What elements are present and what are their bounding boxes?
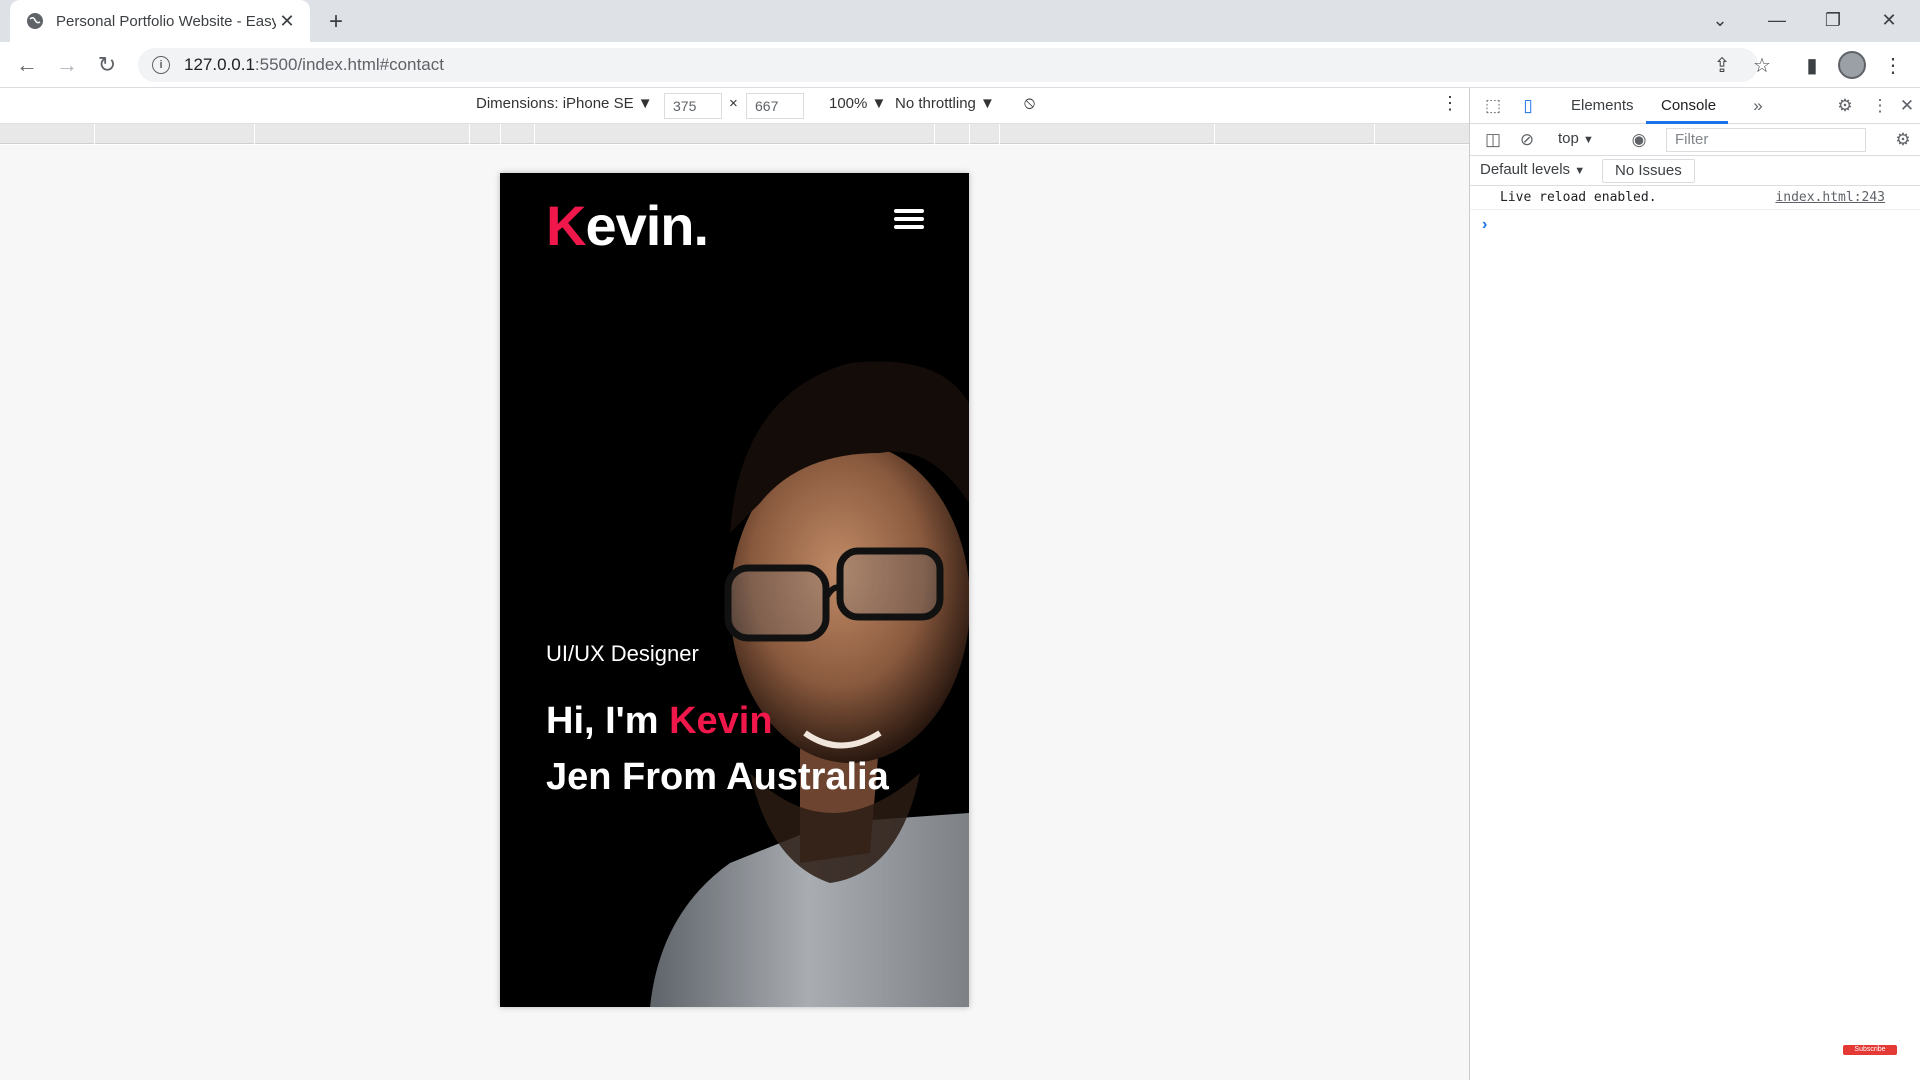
ruler-segment [999,124,1000,144]
tab-title: Personal Portfolio Website - Easy [56,12,276,30]
console-levels-bar: Default levels ▼ No Issues [1470,156,1920,186]
inspect-element-icon[interactable]: ⬚ [1480,94,1506,118]
ruler-segment [534,124,535,144]
globe-icon [27,13,43,29]
context-select[interactable]: top ▼ [1558,130,1594,147]
logo-rest: evin. [585,194,709,257]
tab-console[interactable]: Console [1661,97,1716,114]
console-message: Live reload enabled. [1500,190,1657,205]
zoom-label: 100% [829,95,868,112]
bookmark-star-icon[interactable]: ☆ [1748,51,1776,79]
chevron-down-icon: ▼ [1583,134,1594,146]
levels-select[interactable]: Default levels ▼ [1480,161,1585,178]
share-icon[interactable]: ⇪ [1708,51,1736,79]
zoom-select[interactable]: 100% ▼ [829,95,886,112]
ruler-segment [1214,124,1215,144]
context-label: top [1558,130,1579,147]
console-toolbar: ◫ ⊘ top ▼ ◉ Filter ⚙ [1470,124,1920,156]
device-options-icon[interactable]: ⋮ [1441,93,1459,114]
more-tabs-icon[interactable]: » [1745,94,1771,118]
reload-button[interactable]: ↻ [91,49,123,81]
media-query-bar[interactable] [0,124,1469,144]
device-toolbar: Dimensions: iPhone SE ▼ 375 × 667 100% ▼… [0,88,1469,124]
url-host: 127.0.0.1 [184,55,255,74]
tab-search-icon[interactable]: ⌄ [1700,4,1740,36]
hero-portrait-image [650,361,969,1007]
url-path: :5500/index.html#contact [254,55,444,74]
device-toggle-icon[interactable]: ▯ [1515,94,1541,118]
dimension-separator: × [729,95,738,112]
console-message-row: Live reload enabled. index.html:243 [1470,186,1920,210]
logo-initial: K [546,194,586,257]
console-prompt-chevron-icon[interactable]: › [1482,216,1487,234]
subscribe-badge: Subscribe [1843,1045,1897,1055]
restore-button[interactable]: ❐ [1813,4,1853,36]
ruler-segment [934,124,935,144]
headline-prefix: Hi, I'm [546,700,670,742]
chevron-down-icon: ▼ [637,95,653,112]
devtools-menu-icon[interactable]: ⋮ [1867,94,1893,118]
ruler-segment [254,124,255,144]
site-info-icon[interactable]: i [152,56,170,74]
width-input[interactable]: 375 [664,93,722,119]
settings-gear-icon[interactable]: ⚙ [1832,94,1858,118]
side-panel-icon[interactable]: ▮ [1798,51,1826,79]
clear-console-icon[interactable]: ⊘ [1514,128,1540,152]
hamburger-menu-icon[interactable] [894,209,924,233]
issues-button[interactable]: No Issues [1602,159,1695,183]
close-devtools-icon[interactable]: ✕ [1894,94,1920,118]
levels-label: Default levels [1480,161,1571,178]
ruler-segment [1374,124,1375,144]
chevron-down-icon: ▼ [871,95,887,112]
forward-button[interactable]: → [51,49,83,81]
hero-headline: Hi, I'm Kevin Jen From Australia [546,693,889,805]
address-bar[interactable]: i 127.0.0.1 :5500/index.html#contact [138,48,1758,82]
hero-subtitle: UI/UX Designer [546,641,699,666]
tab-elements[interactable]: Elements [1571,97,1634,114]
close-window-button[interactable]: ✕ [1869,4,1909,36]
close-tab-icon[interactable]: ✕ [276,10,298,32]
browser-toolbar: ← → ↻ i 127.0.0.1 :5500/index.html#conta… [0,42,1920,88]
height-input[interactable]: 667 [746,93,804,119]
ruler-segment [94,124,95,144]
dimensions-label: Dimensions: iPhone SE [476,95,634,112]
console-settings-gear-icon[interactable]: ⚙ [1890,128,1916,152]
chevron-down-icon: ▼ [1574,165,1586,177]
new-tab-button[interactable]: + [322,8,350,36]
ruler-segment [469,124,470,144]
minimize-button[interactable]: — [1757,4,1797,36]
ruler-segment [969,124,970,144]
devtools-tabbar: ⬚ ▯ Elements Console » ⚙ ⋮ ✕ [1470,88,1920,124]
headline-line2: Jen From Australia [546,756,889,798]
devtools-panel: ⬚ ▯ Elements Console » ⚙ ⋮ ✕ ◫ ⊘ top ▼ ◉… [1469,88,1920,1080]
browser-tab[interactable]: Personal Portfolio Website - Easy ✕ [10,0,310,42]
back-button[interactable]: ← [11,49,43,81]
throttling-select[interactable]: No throttling ▼ [895,95,995,112]
browser-menu-icon[interactable]: ⋮ [1879,51,1907,79]
headline-name: Kevin [669,700,773,742]
eye-icon[interactable]: ◉ [1626,128,1652,152]
ruler-segment [500,124,501,144]
console-source-link[interactable]: index.html:243 [1775,190,1885,205]
tab-strip: Personal Portfolio Website - Easy ✕ + ⌄ … [0,0,1920,42]
emulated-page: Kevin. UI/UX Designer Hi, I'm Kevin Jen … [500,173,969,1007]
profile-avatar[interactable] [1838,51,1866,79]
site-logo[interactable]: Kevin. [546,193,709,258]
throttling-label: No throttling [895,95,976,112]
rotate-icon[interactable]: ⦸ [1024,93,1035,113]
filter-input[interactable]: Filter [1666,128,1866,152]
dimensions-select[interactable]: Dimensions: iPhone SE ▼ [476,95,653,112]
chevron-down-icon: ▼ [980,95,995,112]
sidebar-toggle-icon[interactable]: ◫ [1480,128,1506,152]
